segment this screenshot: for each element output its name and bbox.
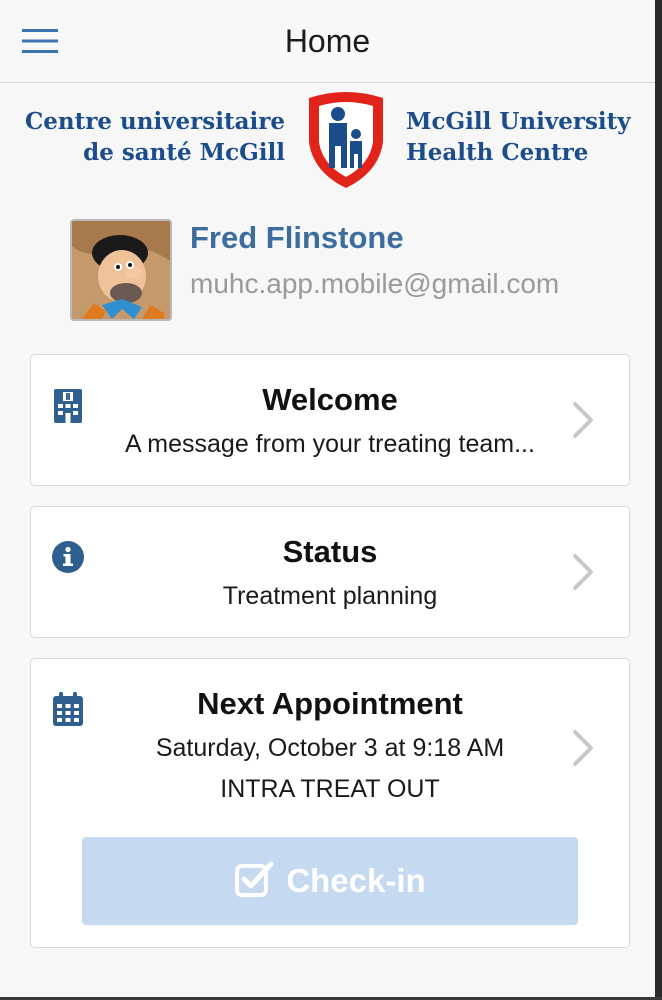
chevron-right-icon (571, 728, 595, 768)
status-card[interactable]: Status Treatment planning (30, 506, 630, 638)
welcome-subtitle: A message from your treating team... (125, 430, 535, 458)
appointment-datetime: Saturday, October 3 at 9:18 AM (155, 734, 505, 762)
welcome-card[interactable]: Welcome A message from your treating tea… (30, 354, 630, 486)
user-email: muhc.app.mobile@gmail.com (190, 268, 560, 299)
welcome-title: Welcome (262, 382, 398, 417)
chevron-right-icon (571, 400, 595, 440)
user-profile: Fred Flinstone muhc.app.mobile@gmail.com (70, 219, 630, 323)
status-subtitle: Treatment planning (222, 582, 438, 610)
appointment-location: INTRA TREAT OUT (220, 775, 440, 803)
next-appointment-card[interactable]: Next Appointment Saturday, October 3 at … (30, 658, 630, 948)
muhc-logo: Centre universitaire de santé McGill McG… (20, 88, 640, 192)
appointment-title: Next Appointment (197, 686, 463, 721)
logo-text-french: Centre universitaire de santé McGill (24, 108, 285, 166)
checkbox-icon (234, 860, 274, 903)
chevron-right-icon (571, 552, 595, 592)
window-edge (655, 0, 662, 1000)
avatar[interactable] (70, 219, 172, 321)
logo-text-english: McGill University Health Centre (406, 108, 631, 166)
page-title: Home (284, 23, 371, 59)
logo-crest-icon (305, 90, 387, 190)
status-title: Status (282, 534, 378, 569)
top-nav-bar: Home (0, 0, 655, 83)
check-in-button[interactable]: Check-in (82, 837, 578, 925)
check-in-label: Check-in (286, 862, 426, 899)
user-name: Fred Flinstone (190, 220, 404, 255)
